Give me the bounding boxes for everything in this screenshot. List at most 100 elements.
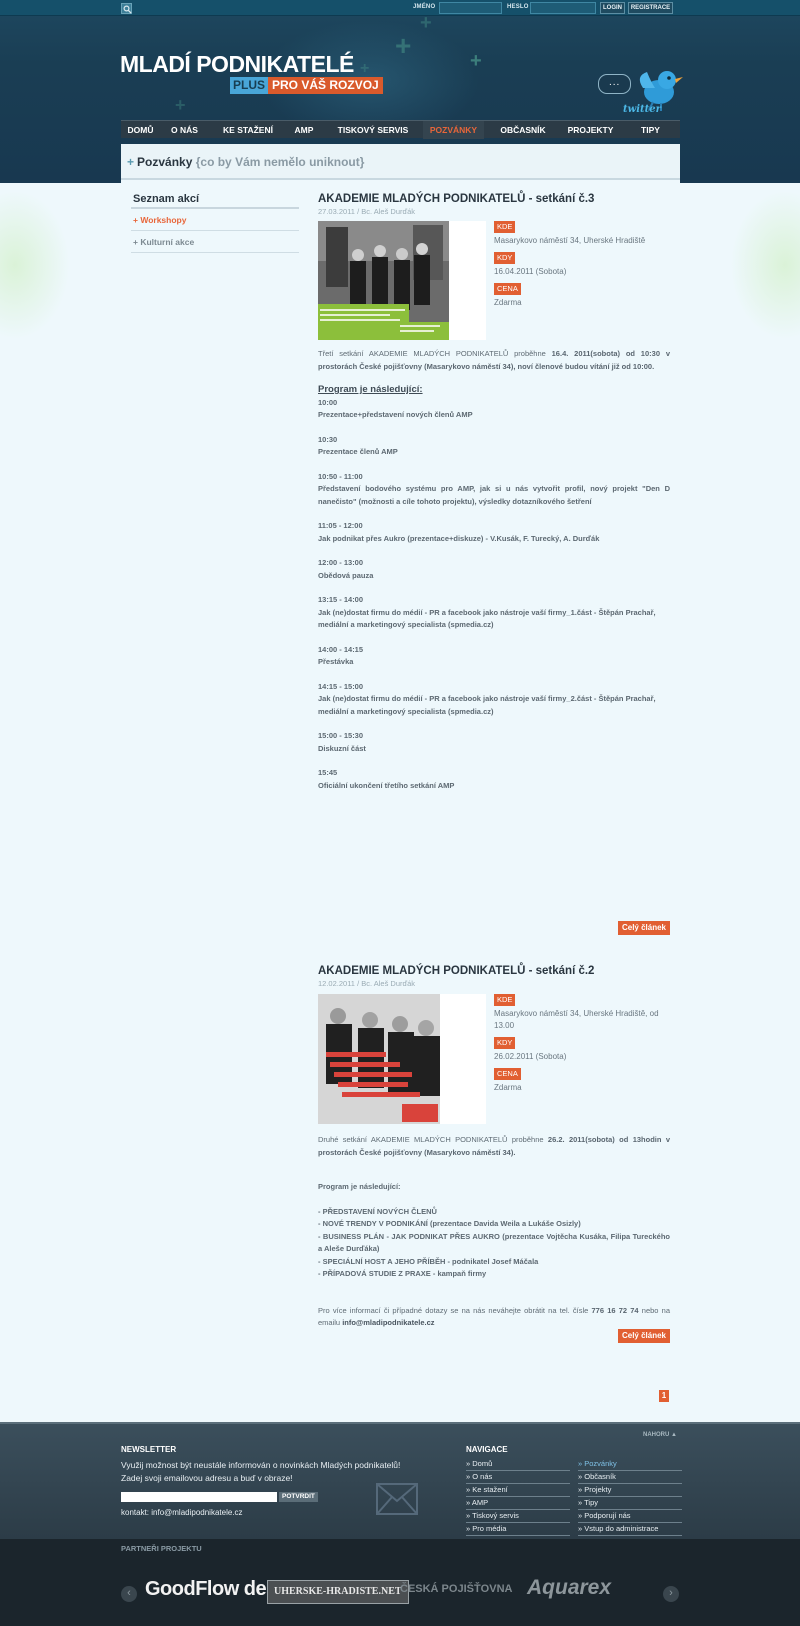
article-info: KDE Masarykovo náměstí 34, Uherské Hradi…	[494, 221, 674, 314]
program-item: - PŘEDSTAVENÍ NOVÝCH ČLENŮ	[318, 1206, 437, 1216]
article-item: AKADEMIE MLADÝCH PODNIKATELŮ - setkání č…	[318, 192, 670, 982]
page-title: + Pozvánky {co by Vám nemělo uniknout}	[127, 155, 365, 169]
username-input[interactable]	[439, 2, 502, 14]
nav-item-obcasnik[interactable]: OBČASNÍK	[494, 121, 552, 139]
article-body: Druhé setkání AKADEMIE MLADÝCH PODNIKATE…	[318, 1134, 670, 1330]
program-heading: Program je následující:	[318, 1182, 401, 1191]
partner-logo-aquarex[interactable]: Aquarex	[527, 1573, 611, 1605]
program-item: - NOVÉ TRENDY V PODNIKÁNÍ (prezentace Da…	[318, 1219, 581, 1228]
logo-title: MLADÍ PODNIKATELÉ	[120, 51, 354, 77]
login-button[interactable]: LOGIN	[600, 2, 625, 14]
footer-nav-podporuji-nas[interactable]: » Podporují nás	[578, 1510, 682, 1523]
program-time: 13:15 - 14:00	[318, 595, 364, 604]
article-title[interactable]: AKADEMIE MLADÝCH PODNIKATELŮ - setkání č…	[318, 964, 670, 978]
cena-badge: CENA	[494, 283, 521, 295]
program-text: Prezentace členů AMP	[318, 447, 398, 456]
read-more-button[interactable]: Celý článek	[617, 1329, 670, 1343]
program-time: 15:45	[318, 768, 338, 777]
event-location: Masarykovo náměstí 34, Uherské Hradiště,…	[494, 1009, 659, 1030]
footer-nav-ke-stazeni[interactable]: » Ke stažení	[466, 1484, 570, 1497]
program-text: Obědová pauza	[318, 570, 374, 580]
newsletter-email-input[interactable]	[121, 1492, 277, 1502]
plus-icon: +	[127, 155, 135, 169]
event-photo	[318, 221, 449, 340]
partner-logo-ceska-pojistovna[interactable]: ČESKÁ POJIŠŤOVNA	[400, 1573, 512, 1605]
newsletter-submit-button[interactable]: POTVRDIT	[279, 1492, 318, 1502]
nav-item-ke-stazeni[interactable]: KE STAŽENÍ	[213, 121, 283, 139]
footer-nav-domu[interactable]: » Domů	[466, 1458, 570, 1471]
footer-nav-admin[interactable]: » Vstup do administrace	[578, 1523, 682, 1536]
sidebar-item-workshopy[interactable]: + Workshopy	[131, 209, 299, 231]
article-meta: 12.02.2011 / Bc. Aleš Durďák	[318, 979, 416, 988]
footer-nav-o-nas[interactable]: » O nás	[466, 1471, 570, 1484]
chevron-right-icon[interactable]: ›	[663, 1586, 679, 1602]
event-date: 16.04.2011 (Sobota)	[494, 267, 567, 276]
footer-nav-tiskovy-servis[interactable]: » Tiskový servis	[466, 1510, 570, 1523]
password-input[interactable]	[530, 2, 596, 14]
program-text: Představení bodového systému pro AMP, ja…	[318, 484, 670, 506]
pagination-page[interactable]: 1	[659, 1390, 669, 1402]
partner-logo-uherske-hradiste[interactable]: UHERSKE-HRADISTE.NET	[267, 1580, 409, 1604]
nav-item-domu[interactable]: DOMŮ	[121, 121, 160, 139]
speech-bubble-icon: ...	[598, 74, 631, 94]
event-photo	[318, 994, 440, 1124]
partners-title: PARTNEŘI PROJEKTU	[121, 1544, 202, 1553]
nav-item-amp[interactable]: AMP	[289, 121, 319, 139]
article-image[interactable]	[318, 994, 486, 1124]
footer-nav-projekty[interactable]: » Projekty	[578, 1484, 682, 1497]
site-logo[interactable]: MLADÍ PODNIKATELÉ PLUS PRO VÁŠ ROZVOJ	[120, 51, 383, 94]
envelope-icon	[376, 1483, 418, 1515]
contact-email-link[interactable]: info@mladipodnikatele.cz	[342, 1318, 434, 1327]
deco-plus-icon: +	[395, 30, 412, 61]
footer-contact: kontakt: info@mladipodnikatele.cz	[121, 1508, 243, 1517]
main-navigation: DOMŮ O NÁS KE STAŽENÍ AMP TISKOVÝ SERVIS…	[121, 120, 680, 139]
read-more-button[interactable]: Celý článek	[617, 921, 670, 935]
deco-plus-icon: +	[175, 95, 186, 115]
nav-item-tipy[interactable]: TIPY	[633, 121, 668, 139]
program-text: Diskuzní část	[318, 743, 366, 753]
event-location: Masarykovo náměstí 34, Uherské Hradiště	[494, 236, 646, 245]
partners-bar: PARTNEŘI PROJEKTU ‹ › GoodFlow design UH…	[0, 1539, 800, 1626]
search-icon[interactable]	[121, 3, 132, 14]
program-text: Oficiální ukončení třetího setkání AMP	[318, 780, 455, 790]
logo-tagline: PLUS PRO VÁŠ ROZVOJ	[230, 77, 383, 94]
kdy-badge: KDY	[494, 252, 516, 264]
footer-nav-pozvanky[interactable]: » Pozvánky	[578, 1458, 682, 1471]
nav-item-o-nas[interactable]: O NÁS	[166, 121, 203, 139]
username-label: JMÉNO	[413, 4, 436, 10]
event-price: Zdarma	[494, 1083, 522, 1092]
logo-subtitle: PRO VÁŠ ROZVOJ	[268, 77, 383, 94]
nav-item-projekty[interactable]: PROJEKTY	[562, 121, 619, 139]
sidebar-item-kulturni-akce[interactable]: + Kulturní akce	[131, 231, 299, 253]
article-item: AKADEMIE MLADÝCH PODNIKATELŮ - setkání č…	[318, 964, 670, 1364]
program-heading: Program je následující:	[318, 384, 423, 395]
footer-nav-tipy[interactable]: » Tipy	[578, 1497, 682, 1510]
kdy-badge: KDY	[494, 1037, 516, 1049]
side-glow-left	[0, 190, 70, 340]
chevron-left-icon[interactable]: ‹	[121, 1586, 137, 1602]
newsletter-title: NEWSLETTER	[121, 1445, 177, 1454]
footer-nav-amp[interactable]: » AMP	[466, 1497, 570, 1510]
register-button[interactable]: REGISTRACE	[628, 2, 673, 14]
footer-nav-title: NAVIGACE	[466, 1445, 508, 1454]
footer-nav-pro-media[interactable]: » Pro média	[466, 1523, 570, 1536]
footer-nav-obcasnik[interactable]: » Občasník	[578, 1471, 682, 1484]
article-contact: Pro více informací či případné dotazy se…	[318, 1305, 671, 1328]
nav-item-tiskovy-servis[interactable]: TISKOVÝ SERVIS	[329, 121, 417, 139]
twitter-link[interactable]: ... twitter	[595, 62, 687, 118]
kde-badge: KDE	[494, 221, 516, 233]
article-title[interactable]: AKADEMIE MLADÝCH PODNIKATELŮ - setkání č…	[318, 192, 670, 206]
program-text: Jak (ne)dostat firmu do médií - PR a fac…	[318, 694, 656, 716]
article-info: KDE Masarykovo náměstí 34, Uherské Hradi…	[494, 994, 674, 1099]
article-meta: 27.03.2011 / Bc. Aleš Durďák	[318, 207, 416, 216]
side-glow-right	[730, 190, 800, 340]
contact-phone: 776 16 72 74	[591, 1305, 639, 1315]
twitter-label: twitter	[623, 104, 661, 115]
article-image[interactable]	[318, 221, 486, 340]
back-to-top-link[interactable]: NAHORU ▲	[643, 1432, 677, 1438]
program-text: Jak (ne)dostat firmu do médií - PR a fac…	[318, 607, 656, 630]
article-intro: Třetí setkání AKADEMIE MLADÝCH PODNIKATE…	[318, 349, 670, 371]
nav-item-pozvanky[interactable]: POZVÁNKY	[423, 121, 484, 139]
event-price: Zdarma	[494, 298, 522, 307]
logo-plus: PLUS	[230, 77, 269, 94]
